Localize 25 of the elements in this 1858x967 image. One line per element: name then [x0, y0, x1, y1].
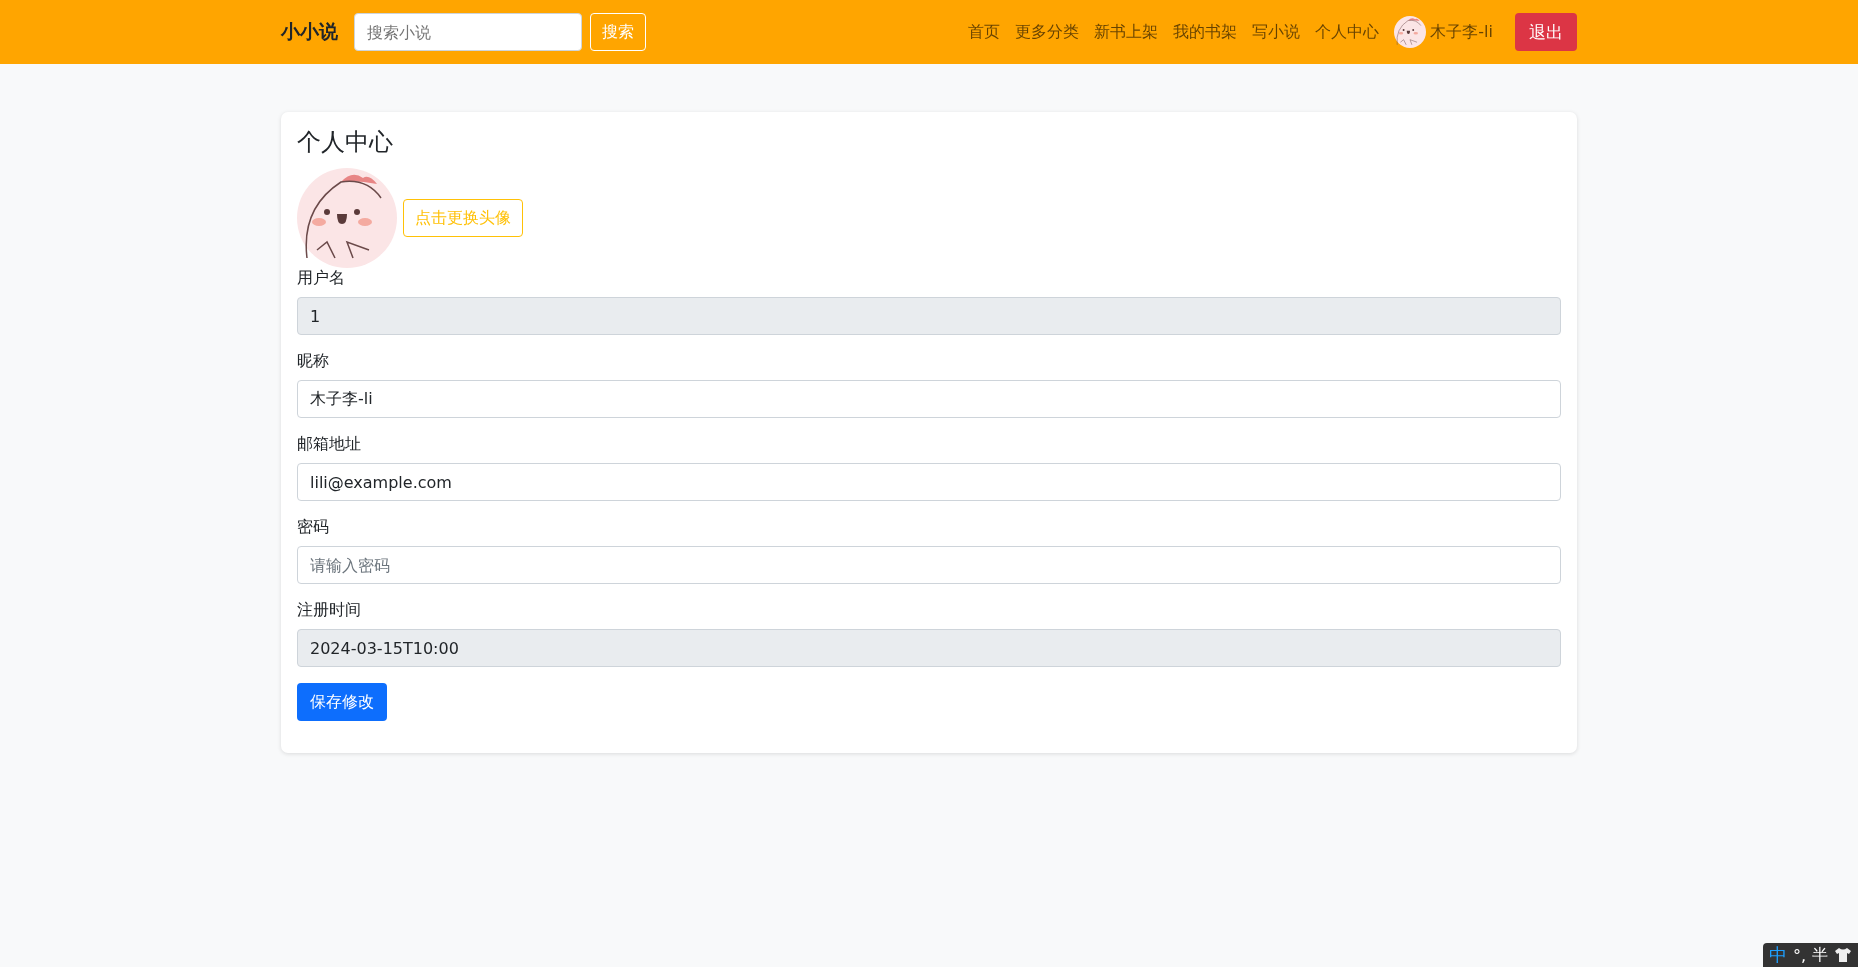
- brand-logo[interactable]: 小小说: [281, 19, 338, 45]
- nav-link[interactable]: 个人中心: [1315, 21, 1380, 43]
- nav-link[interactable]: 新书上架: [1094, 21, 1159, 43]
- input-field[interactable]: lili@example.com: [297, 463, 1561, 501]
- search-field[interactable]: 搜索小说: [354, 13, 582, 51]
- shirt-icon[interactable]: [1834, 947, 1852, 963]
- input-field[interactable]: 木子李-li: [297, 380, 1561, 418]
- page-title: 个人中心: [297, 127, 394, 158]
- ime-mode[interactable]: 中: [1768, 943, 1787, 967]
- field-label: 昵称: [297, 351, 330, 372]
- ime-punctuation[interactable]: °,: [1792, 945, 1806, 965]
- save-button[interactable]: 保存修改: [297, 683, 387, 721]
- nav-link[interactable]: 我的书架: [1173, 21, 1238, 43]
- field-label: 邮箱地址: [297, 434, 362, 455]
- nav-link[interactable]: 写小说: [1252, 21, 1301, 43]
- cartoon-avatar-drawing: [1394, 16, 1427, 48]
- field-label: 密码: [297, 517, 330, 538]
- ime-width[interactable]: 半: [1812, 944, 1828, 966]
- field-label: 用户名: [297, 268, 346, 289]
- input-field[interactable]: 请输入密码: [297, 546, 1561, 584]
- field-label: 注册时间: [297, 600, 362, 621]
- nav-link[interactable]: 首页: [968, 21, 1001, 43]
- logout-button[interactable]: 退出: [1515, 13, 1577, 51]
- nav-link[interactable]: 更多分类: [1015, 21, 1080, 43]
- user-menu[interactable]: 木子李-li: [1394, 16, 1493, 48]
